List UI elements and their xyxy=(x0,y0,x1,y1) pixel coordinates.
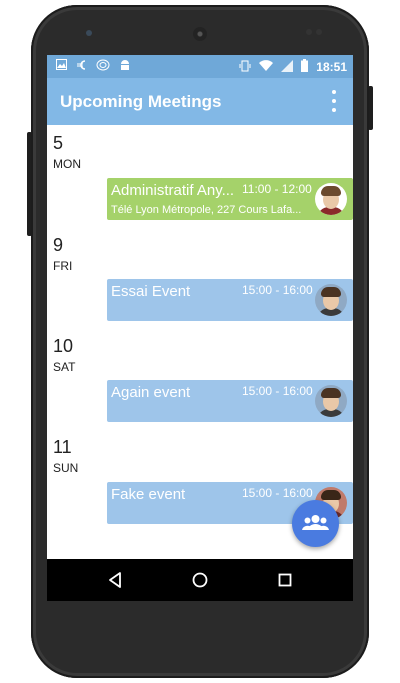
earpiece-speaker xyxy=(193,27,207,41)
day-number: 10 xyxy=(53,336,74,356)
event-location: Télé Lyon Métropole, 227 Cours Lafa... xyxy=(111,204,302,216)
event-card[interactable]: Essai Event 15:00 - 16:00 xyxy=(107,279,353,321)
group-fab-button[interactable] xyxy=(292,500,339,547)
front-camera xyxy=(86,30,92,36)
overflow-menu-icon[interactable] xyxy=(327,90,341,112)
event-time: 15:00 - 16:00 xyxy=(242,283,313,297)
status-bar: 18:51 xyxy=(47,55,353,78)
recents-icon[interactable] xyxy=(272,567,298,593)
event-title: Essai Event xyxy=(111,283,191,300)
battery-icon xyxy=(301,59,309,75)
status-time: 18:51 xyxy=(316,60,347,74)
event-title: Again event xyxy=(111,384,191,401)
day-number: 5 xyxy=(53,133,64,153)
home-icon[interactable] xyxy=(187,567,213,593)
event-time: 11:00 - 12:00 xyxy=(242,182,312,196)
person-avatar xyxy=(315,284,347,316)
event-card[interactable]: Administratif Any... 11:00 - 12:00 Télé … xyxy=(107,178,353,220)
euro-icon xyxy=(77,59,86,74)
app-bar: Upcoming Meetings xyxy=(47,78,353,125)
day-number: 9 xyxy=(53,235,64,255)
android-icon xyxy=(120,59,130,74)
navigation-bar xyxy=(47,559,353,601)
day-name: SAT xyxy=(53,360,76,374)
event-time: 15:00 - 16:00 xyxy=(242,384,313,398)
vibrate-icon xyxy=(239,60,251,75)
image-icon xyxy=(56,59,67,74)
group-icon xyxy=(302,515,329,530)
day-number: 11 xyxy=(53,437,72,457)
person-avatar xyxy=(315,183,347,215)
screen: 18:51 Upcoming Meetings 5 MON Administra… xyxy=(47,55,353,601)
day-name: MON xyxy=(53,157,81,171)
wifi-icon xyxy=(259,60,274,74)
page-title: Upcoming Meetings xyxy=(60,92,222,111)
proximity-sensor xyxy=(306,29,312,35)
event-title: Administratif Any... xyxy=(111,182,235,199)
event-title: Fake event xyxy=(111,486,186,503)
day-name: FRI xyxy=(53,259,73,273)
event-time: 15:00 - 16:00 xyxy=(242,486,313,500)
back-icon[interactable] xyxy=(102,567,128,593)
light-sensor xyxy=(316,29,322,35)
meeting-list[interactable]: 5 MON Administratif Any... 11:00 - 12:00… xyxy=(47,125,353,559)
signal-icon xyxy=(281,59,294,75)
event-card[interactable]: Again event 15:00 - 16:00 xyxy=(107,380,353,422)
person-avatar xyxy=(315,385,347,417)
wifi-ring-icon xyxy=(96,59,110,74)
day-name: SUN xyxy=(53,461,79,475)
